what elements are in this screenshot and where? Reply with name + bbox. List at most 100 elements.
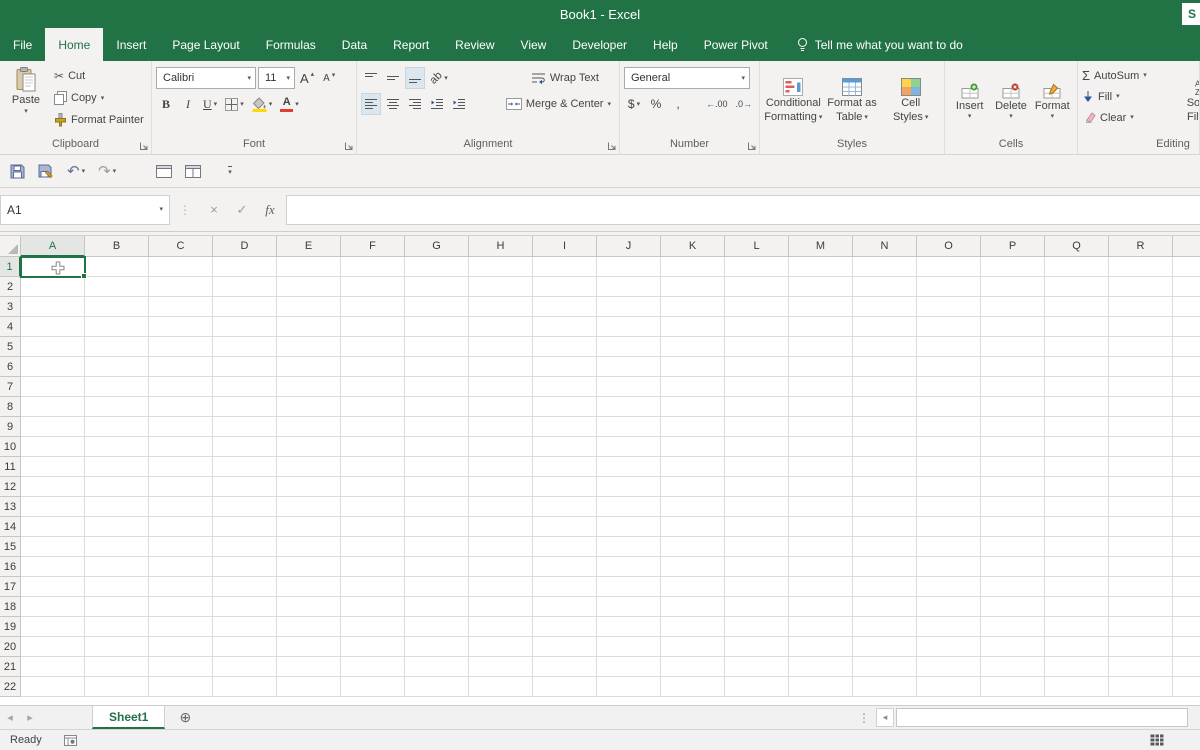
cell-K7[interactable] xyxy=(661,377,725,397)
sheet-tab-sheet1[interactable]: Sheet1 xyxy=(92,706,166,729)
cell-D3[interactable] xyxy=(213,297,277,317)
column-header-M[interactable]: M xyxy=(789,236,853,257)
row-header-22[interactable]: 22 xyxy=(0,677,21,697)
cell-N4[interactable] xyxy=(853,317,917,337)
tab-data[interactable]: Data xyxy=(329,28,380,61)
cell-D16[interactable] xyxy=(213,557,277,577)
cell-M4[interactable] xyxy=(789,317,853,337)
cell-P15[interactable] xyxy=(981,537,1045,557)
increase-indent-button[interactable] xyxy=(449,93,469,115)
cell-O6[interactable] xyxy=(917,357,981,377)
cell-C20[interactable] xyxy=(149,637,213,657)
cell-G21[interactable] xyxy=(405,657,469,677)
cell-N21[interactable] xyxy=(853,657,917,677)
cell-I21[interactable] xyxy=(533,657,597,677)
cell-I11[interactable] xyxy=(533,457,597,477)
cell-L6[interactable] xyxy=(725,357,789,377)
formula-input[interactable] xyxy=(286,194,1200,225)
cell-C3[interactable] xyxy=(149,297,213,317)
row-header-9[interactable]: 9 xyxy=(0,417,21,437)
cell-D17[interactable] xyxy=(213,577,277,597)
name-box[interactable]: A1 ▾ xyxy=(0,194,170,225)
cell-H17[interactable] xyxy=(469,577,533,597)
scroll-left-icon[interactable]: ◂ xyxy=(876,708,894,727)
cell-A15[interactable] xyxy=(21,537,85,557)
autosum-button[interactable]: Σ AutoSum ▾ xyxy=(1082,65,1170,86)
cell-F10[interactable] xyxy=(341,437,405,457)
cell-G3[interactable] xyxy=(405,297,469,317)
cell-F13[interactable] xyxy=(341,497,405,517)
row-header-4[interactable]: 4 xyxy=(0,317,21,337)
cell-J9[interactable] xyxy=(597,417,661,437)
row-header-10[interactable]: 10 xyxy=(0,437,21,457)
cell-N12[interactable] xyxy=(853,477,917,497)
cell-A2[interactable] xyxy=(21,277,85,297)
cell-D14[interactable] xyxy=(213,517,277,537)
cell-R14[interactable] xyxy=(1109,517,1173,537)
cell-Q12[interactable] xyxy=(1045,477,1109,497)
row-header-20[interactable]: 20 xyxy=(0,637,21,657)
cell-B7[interactable] xyxy=(85,377,149,397)
cell-partial-21[interactable] xyxy=(1173,657,1200,677)
cell-G1[interactable] xyxy=(405,257,469,277)
cell-partial-2[interactable] xyxy=(1173,277,1200,297)
cell-C1[interactable] xyxy=(149,257,213,277)
cell-P3[interactable] xyxy=(981,297,1045,317)
cell-G4[interactable] xyxy=(405,317,469,337)
row-header-8[interactable]: 8 xyxy=(0,397,21,417)
tab-file[interactable]: File xyxy=(0,28,45,61)
row-header-13[interactable]: 13 xyxy=(0,497,21,517)
row-header-2[interactable]: 2 xyxy=(0,277,21,297)
column-header-N[interactable]: N xyxy=(853,236,917,257)
cell-H4[interactable] xyxy=(469,317,533,337)
cell-F2[interactable] xyxy=(341,277,405,297)
cell-J8[interactable] xyxy=(597,397,661,417)
cell-G19[interactable] xyxy=(405,617,469,637)
cell-H20[interactable] xyxy=(469,637,533,657)
cell-P9[interactable] xyxy=(981,417,1045,437)
cell-G14[interactable] xyxy=(405,517,469,537)
cell-M10[interactable] xyxy=(789,437,853,457)
cell-R9[interactable] xyxy=(1109,417,1173,437)
cell-K18[interactable] xyxy=(661,597,725,617)
cell-M9[interactable] xyxy=(789,417,853,437)
cell-Q4[interactable] xyxy=(1045,317,1109,337)
cell-O19[interactable] xyxy=(917,617,981,637)
cell-J4[interactable] xyxy=(597,317,661,337)
cell-partial-13[interactable] xyxy=(1173,497,1200,517)
cell-D18[interactable] xyxy=(213,597,277,617)
cell-L4[interactable] xyxy=(725,317,789,337)
cell-R3[interactable] xyxy=(1109,297,1173,317)
cell-D2[interactable] xyxy=(213,277,277,297)
column-header-I[interactable]: I xyxy=(533,236,597,257)
cell-O8[interactable] xyxy=(917,397,981,417)
row-header-12[interactable]: 12 xyxy=(0,477,21,497)
cell-N14[interactable] xyxy=(853,517,917,537)
cell-B12[interactable] xyxy=(85,477,149,497)
cell-N7[interactable] xyxy=(853,377,917,397)
cell-partial-7[interactable] xyxy=(1173,377,1200,397)
cell-D6[interactable] xyxy=(213,357,277,377)
cell-L20[interactable] xyxy=(725,637,789,657)
cell-R21[interactable] xyxy=(1109,657,1173,677)
cancel-button[interactable]: × xyxy=(200,202,228,217)
cell-P6[interactable] xyxy=(981,357,1045,377)
cell-M18[interactable] xyxy=(789,597,853,617)
cell-K6[interactable] xyxy=(661,357,725,377)
cell-N20[interactable] xyxy=(853,637,917,657)
cell-N6[interactable] xyxy=(853,357,917,377)
cell-B14[interactable] xyxy=(85,517,149,537)
cell-O3[interactable] xyxy=(917,297,981,317)
cell-F17[interactable] xyxy=(341,577,405,597)
cell-E22[interactable] xyxy=(277,677,341,697)
cell-N19[interactable] xyxy=(853,617,917,637)
cell-L11[interactable] xyxy=(725,457,789,477)
column-header-D[interactable]: D xyxy=(213,236,277,257)
cell-N16[interactable] xyxy=(853,557,917,577)
cell-J15[interactable] xyxy=(597,537,661,557)
cell-E13[interactable] xyxy=(277,497,341,517)
cell-J19[interactable] xyxy=(597,617,661,637)
cell-F18[interactable] xyxy=(341,597,405,617)
cell-J20[interactable] xyxy=(597,637,661,657)
cell-D11[interactable] xyxy=(213,457,277,477)
